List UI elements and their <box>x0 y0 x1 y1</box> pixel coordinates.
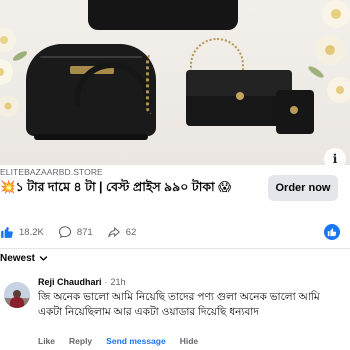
avatar[interactable] <box>4 282 30 308</box>
share-stat[interactable]: 62 <box>107 225 137 239</box>
comment-time[interactable]: 21h <box>111 277 126 287</box>
comment-count: 871 <box>76 226 93 238</box>
ad-domain[interactable]: ELITEBAZAARBD.STORE <box>0 167 103 177</box>
separator-dot: · <box>104 277 108 287</box>
comment-stat[interactable]: 871 <box>58 225 93 239</box>
comment-icon <box>58 226 71 239</box>
comment-author[interactable]: Reji Chaudhari <box>38 277 102 287</box>
chevron-down-icon <box>39 255 48 261</box>
like-icon <box>1 226 13 238</box>
comment-sort-dropdown[interactable]: Newest <box>0 250 48 266</box>
bag-chain-graphic <box>146 54 158 114</box>
main-handbag-graphic <box>26 44 156 140</box>
like-stat[interactable]: 18.2K <box>0 225 44 239</box>
section-divider <box>0 248 350 249</box>
comment-actions: Like Reply Send message Hide <box>38 336 212 346</box>
ad-headline[interactable]: 💥১ টার দামে ৪ টা | বেস্ট প্রাইস ৯৯০ টাকা… <box>0 178 262 196</box>
order-now-button[interactable]: Order now <box>268 175 338 201</box>
like-count: 18.2K <box>19 226 44 238</box>
share-count: 62 <box>125 226 137 238</box>
hide-comment-button[interactable]: Hide <box>180 336 198 346</box>
comment-author-line: Reji Chaudhari · 21h <box>38 277 126 287</box>
card-holder-graphic <box>276 90 314 134</box>
send-message-button[interactable]: Send message <box>106 336 166 346</box>
ad-product-image[interactable] <box>0 0 350 165</box>
engagement-stats: 18.2K 871 62 <box>0 222 350 242</box>
comment-reply-button[interactable]: Reply <box>69 336 92 346</box>
info-icon[interactable]: i <box>324 148 346 170</box>
like-badge-icon[interactable] <box>324 224 340 240</box>
comment-text: জি অনেক ভালো আমি নিয়েছি তাদের পণ্য গুলা… <box>38 291 320 318</box>
comment-like-button[interactable]: Like <box>38 336 55 346</box>
sort-label: Newest <box>0 252 36 264</box>
tote-bag-graphic <box>88 0 238 30</box>
share-icon <box>107 227 120 238</box>
